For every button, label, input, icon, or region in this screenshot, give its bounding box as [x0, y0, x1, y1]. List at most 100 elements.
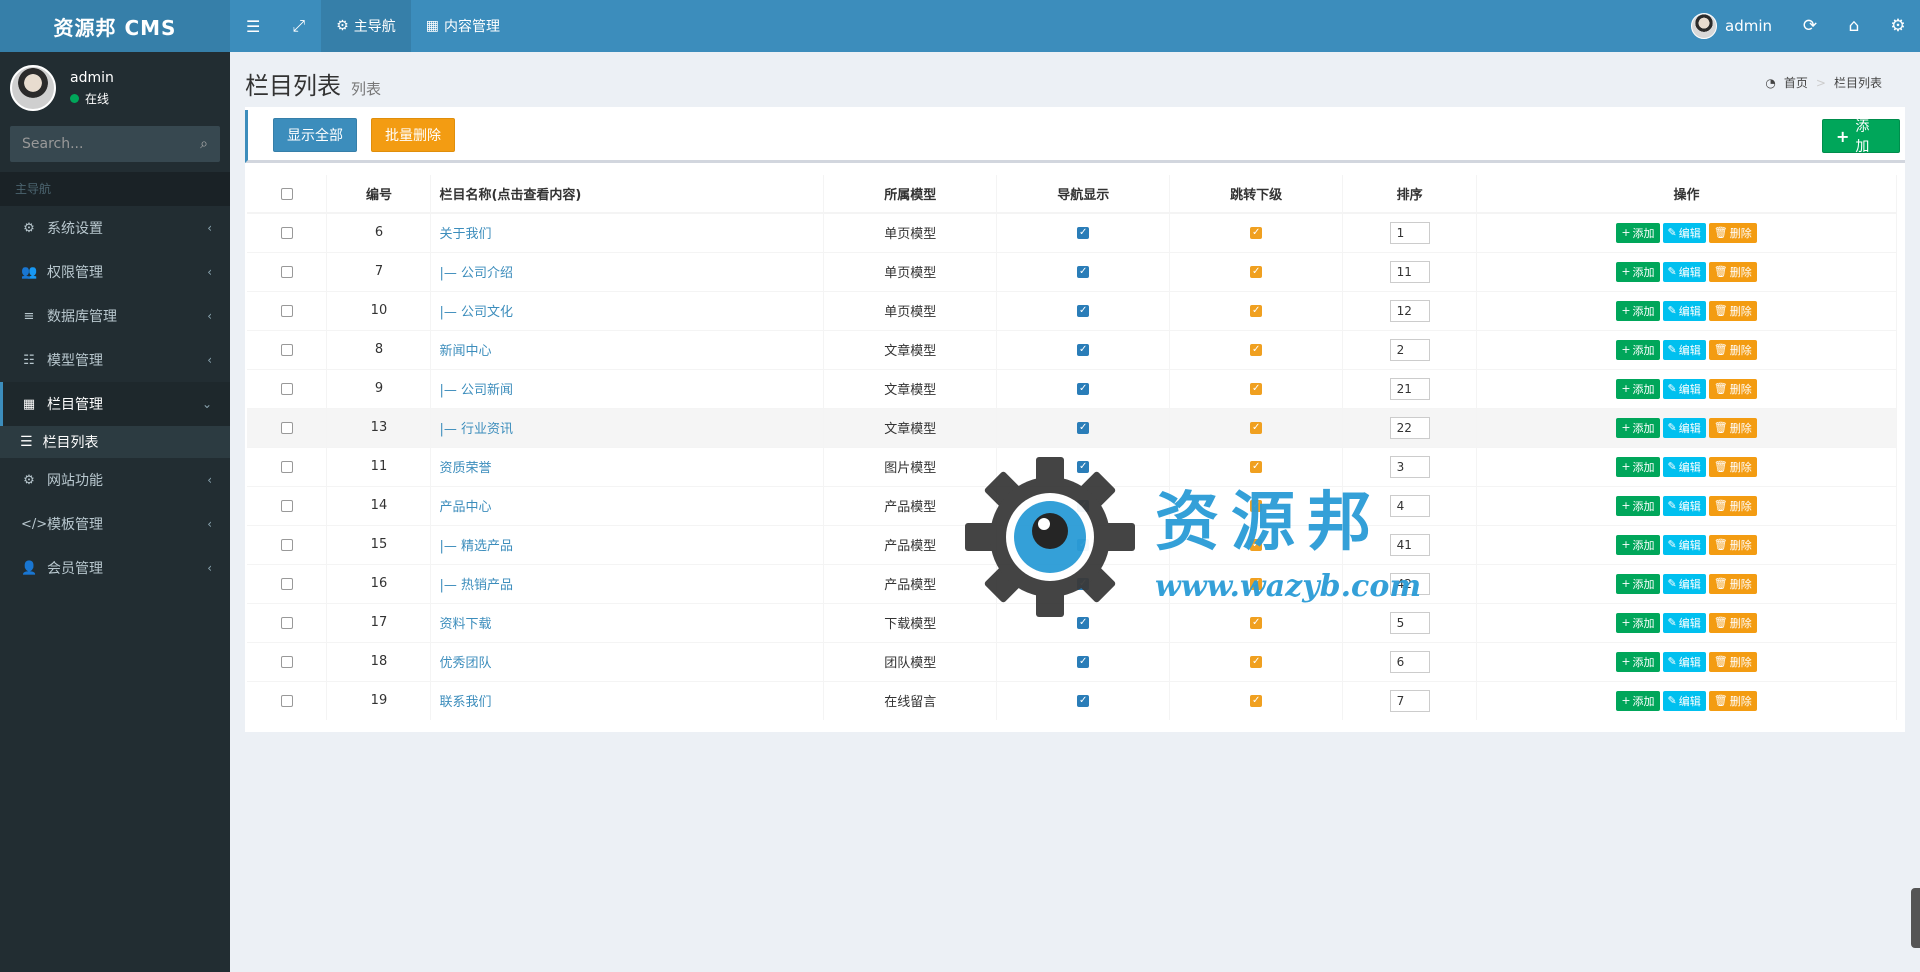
row-add-button[interactable]: + 添加 — [1616, 339, 1660, 360]
row-checkbox[interactable] — [280, 304, 293, 317]
refresh-button[interactable]: ⟳ — [1788, 0, 1832, 52]
sidebar-item-permissions[interactable]: 👥 权限管理 ‹ — [0, 250, 230, 294]
row-add-button[interactable]: + 添加 — [1616, 534, 1660, 555]
row-delete-button[interactable]: 🗑 删除 — [1708, 300, 1757, 321]
row-add-button[interactable]: + 添加 — [1616, 612, 1660, 633]
row-checkbox[interactable] — [280, 655, 293, 668]
search-icon[interactable]: ⌕ — [200, 136, 208, 152]
app-logo[interactable]: 资源邦 CMS — [0, 0, 230, 52]
jump-child-checkbox[interactable]: ✓ — [1250, 265, 1263, 278]
sort-input[interactable] — [1389, 377, 1430, 400]
nav-display-checkbox[interactable]: ✓ — [1077, 616, 1090, 629]
sort-input[interactable] — [1389, 299, 1430, 322]
show-all-button[interactable]: 显示全部 — [273, 118, 357, 152]
jump-child-checkbox[interactable]: ✓ — [1250, 304, 1263, 317]
row-add-button[interactable]: + 添加 — [1616, 495, 1660, 516]
row-checkbox[interactable] — [280, 421, 293, 434]
user-menu[interactable]: admin — [1675, 13, 1788, 39]
row-name-link[interactable]: |— 公司介绍 — [439, 266, 513, 281]
jump-child-checkbox[interactable]: ✓ — [1250, 226, 1263, 239]
row-delete-button[interactable]: 🗑 删除 — [1708, 339, 1757, 360]
row-name-link[interactable]: |— 精选产品 — [439, 539, 513, 554]
nav-display-checkbox[interactable]: ✓ — [1077, 577, 1090, 590]
jump-child-checkbox[interactable]: ✓ — [1250, 343, 1263, 356]
jump-child-checkbox[interactable]: ✓ — [1250, 421, 1263, 434]
row-edit-button[interactable]: ✎ 编辑 — [1662, 222, 1706, 243]
row-delete-button[interactable]: 🗑 删除 — [1708, 651, 1757, 672]
row-delete-button[interactable]: 🗑 删除 — [1708, 534, 1757, 555]
row-delete-button[interactable]: 🗑 删除 — [1708, 261, 1757, 282]
row-checkbox[interactable] — [280, 226, 293, 239]
sort-input[interactable] — [1389, 650, 1430, 673]
row-add-button[interactable]: + 添加 — [1616, 417, 1660, 438]
sort-input[interactable] — [1389, 455, 1430, 478]
nav-display-checkbox[interactable]: ✓ — [1077, 655, 1090, 668]
row-edit-button[interactable]: ✎ 编辑 — [1662, 261, 1706, 282]
row-checkbox[interactable] — [280, 694, 293, 707]
row-name-link[interactable]: |— 热销产品 — [439, 578, 513, 593]
row-name-link[interactable]: |— 公司新闻 — [439, 383, 513, 398]
sort-input[interactable] — [1389, 416, 1430, 439]
row-checkbox[interactable] — [280, 343, 293, 356]
breadcrumb-home[interactable]: 首页 — [1784, 74, 1808, 91]
fullscreen-button[interactable]: ⤢ — [276, 0, 321, 52]
sidebar-subitem-column-list[interactable]: ☰ 栏目列表 — [0, 426, 230, 458]
nav-display-checkbox[interactable]: ✓ — [1077, 265, 1090, 278]
nav-display-checkbox[interactable]: ✓ — [1077, 694, 1090, 707]
jump-child-checkbox[interactable]: ✓ — [1250, 460, 1263, 473]
row-name-link[interactable]: 关于我们 — [439, 227, 491, 242]
sidebar-item-database[interactable]: ≡ 数据库管理 ‹ — [0, 294, 230, 338]
row-edit-button[interactable]: ✎ 编辑 — [1662, 651, 1706, 672]
jump-child-checkbox[interactable]: ✓ — [1250, 577, 1263, 590]
row-name-link[interactable]: 产品中心 — [439, 500, 491, 515]
row-edit-button[interactable]: ✎ 编辑 — [1662, 495, 1706, 516]
sidebar-item-templates[interactable]: </> 模板管理 ‹ — [0, 502, 230, 546]
sort-input[interactable] — [1389, 572, 1430, 595]
row-delete-button[interactable]: 🗑 删除 — [1708, 222, 1757, 243]
row-edit-button[interactable]: ✎ 编辑 — [1662, 378, 1706, 399]
row-edit-button[interactable]: ✎ 编辑 — [1662, 339, 1706, 360]
row-checkbox[interactable] — [280, 616, 293, 629]
sidebar-toggle-button[interactable]: ☰ — [230, 0, 276, 52]
jump-child-checkbox[interactable]: ✓ — [1250, 499, 1263, 512]
row-checkbox[interactable] — [280, 577, 293, 590]
scrollbar-handle[interactable] — [1911, 888, 1920, 948]
row-name-link[interactable]: 联系我们 — [439, 695, 491, 710]
sidebar-item-columns[interactable]: ▦ 栏目管理 ⌄ — [0, 382, 230, 426]
settings-button[interactable]: ⚙ — [1876, 0, 1920, 52]
nav-display-checkbox[interactable]: ✓ — [1077, 304, 1090, 317]
sort-input[interactable] — [1389, 533, 1430, 556]
row-checkbox[interactable] — [280, 499, 293, 512]
row-add-button[interactable]: + 添加 — [1616, 378, 1660, 399]
row-add-button[interactable]: + 添加 — [1616, 261, 1660, 282]
tab-content-management[interactable]: ▦ 内容管理 — [411, 0, 515, 52]
row-name-link[interactable]: 新闻中心 — [439, 344, 491, 359]
sort-input[interactable] — [1389, 611, 1430, 634]
sidebar-item-system-settings[interactable]: ⚙ 系统设置 ‹ — [0, 206, 230, 250]
add-column-button[interactable]: + 添 加 — [1822, 119, 1900, 155]
row-name-link[interactable]: 优秀团队 — [439, 656, 491, 671]
row-checkbox[interactable] — [280, 265, 293, 278]
nav-display-checkbox[interactable]: ✓ — [1077, 382, 1090, 395]
row-add-button[interactable]: + 添加 — [1616, 690, 1660, 711]
jump-child-checkbox[interactable]: ✓ — [1250, 616, 1263, 629]
row-edit-button[interactable]: ✎ 编辑 — [1662, 300, 1706, 321]
sidebar-item-site-functions[interactable]: ⚙ 网站功能 ‹ — [0, 458, 230, 502]
nav-display-checkbox[interactable]: ✓ — [1077, 538, 1090, 551]
sort-input[interactable] — [1389, 689, 1430, 712]
row-delete-button[interactable]: 🗑 删除 — [1708, 690, 1757, 711]
jump-child-checkbox[interactable]: ✓ — [1250, 538, 1263, 551]
nav-display-checkbox[interactable]: ✓ — [1077, 343, 1090, 356]
row-delete-button[interactable]: 🗑 删除 — [1708, 573, 1757, 594]
row-checkbox[interactable] — [280, 382, 293, 395]
jump-child-checkbox[interactable]: ✓ — [1250, 694, 1263, 707]
home-button[interactable]: ⌂ — [1832, 0, 1876, 52]
sort-input[interactable] — [1389, 260, 1430, 283]
row-delete-button[interactable]: 🗑 删除 — [1708, 456, 1757, 477]
row-edit-button[interactable]: ✎ 编辑 — [1662, 534, 1706, 555]
row-edit-button[interactable]: ✎ 编辑 — [1662, 612, 1706, 633]
sort-input[interactable] — [1389, 494, 1430, 517]
sidebar-item-models[interactable]: ☷ 模型管理 ‹ — [0, 338, 230, 382]
row-checkbox[interactable] — [280, 460, 293, 473]
sort-input[interactable] — [1389, 221, 1430, 244]
